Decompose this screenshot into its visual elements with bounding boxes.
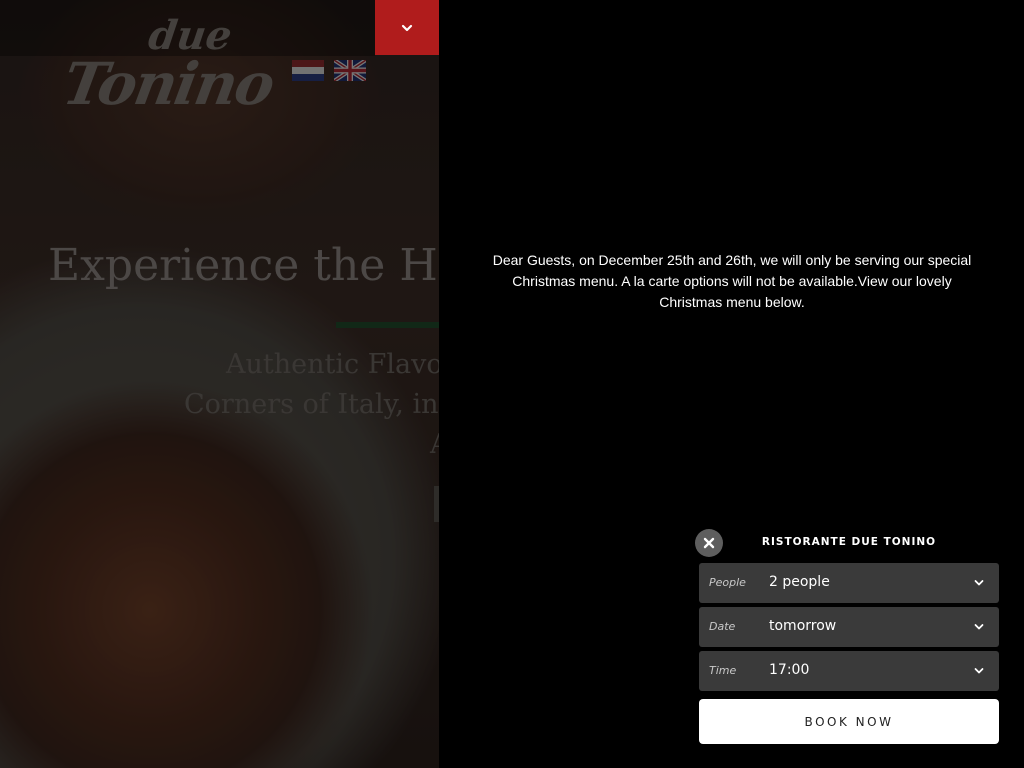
book-now-button[interactable]: BOOK NOW <box>699 699 999 744</box>
people-value: 2 people <box>769 574 830 590</box>
chevron-down-icon <box>974 580 984 586</box>
date-value: tomorrow <box>769 618 837 634</box>
booking-title: RISTORANTE DUE TONINO <box>761 536 937 548</box>
time-value: 17:00 <box>769 662 810 678</box>
overlay-dim[interactable] <box>0 0 439 768</box>
menu-toggle-button[interactable] <box>375 0 439 55</box>
christmas-notice: Dear Guests, on December 25th and 26th, … <box>492 252 972 310</box>
chevron-down-icon <box>974 624 984 630</box>
date-label: Date <box>709 620 736 633</box>
people-select[interactable]: People 2 people <box>699 563 999 603</box>
hero-section: due Tonino Experience the He Authentic F… <box>0 0 439 768</box>
date-select[interactable]: Date tomorrow <box>699 607 999 647</box>
chevron-down-icon <box>974 668 984 674</box>
people-label: People <box>709 576 746 589</box>
time-label: Time <box>709 664 737 677</box>
chevron-down-icon <box>401 24 413 31</box>
time-select[interactable]: Time 17:00 <box>699 651 999 691</box>
